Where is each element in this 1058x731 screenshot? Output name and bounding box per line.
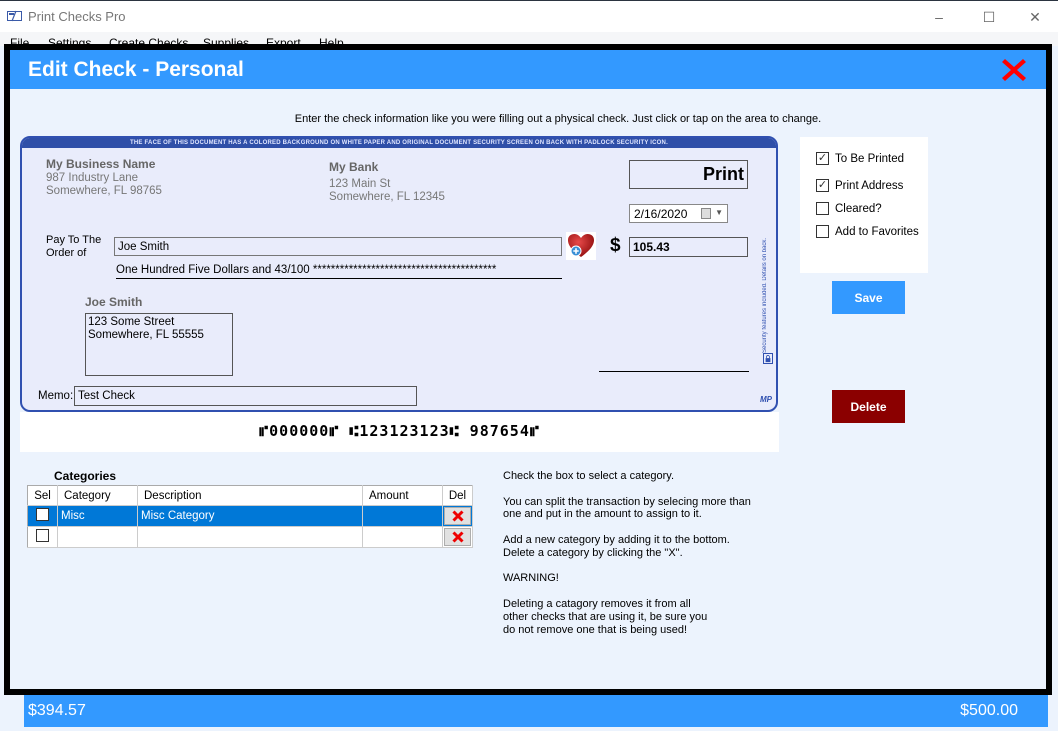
description-cell[interactable] xyxy=(137,526,363,548)
option-cleared[interactable]: Cleared? xyxy=(816,202,882,215)
column-header-del[interactable]: Del xyxy=(442,485,473,506)
delete-x-icon xyxy=(451,531,464,543)
option-label: To Be Printed xyxy=(835,152,905,165)
check-options-panel: ✓ To Be Printed ✓ Print Address Cleared?… xyxy=(800,137,928,273)
warning-label: WARNING! xyxy=(503,572,559,585)
security-features-note: Security features included. Details on b… xyxy=(762,237,768,353)
micr-line: ⑈000000⑈ ⑆123123123⑆ 987654⑈ xyxy=(20,412,779,452)
window-titlebar: Print Checks Pro – ☐ ✕ xyxy=(0,0,1058,32)
delete-cell xyxy=(442,526,473,548)
help-paragraph: You can split the transaction by selecin… xyxy=(503,495,751,521)
app-title: Print Checks Pro xyxy=(28,9,126,24)
mp-logo: MP xyxy=(760,395,772,404)
option-label: Print Address xyxy=(835,179,904,192)
checkbox-cleared[interactable] xyxy=(816,202,829,215)
option-add-to-favorites[interactable]: Add to Favorites xyxy=(816,225,919,238)
option-label: Cleared? xyxy=(835,202,882,215)
edit-check-dialog: Edit Check - Personal Enter the check in… xyxy=(4,44,1052,695)
add-favorite-payee-icon[interactable] xyxy=(566,232,596,260)
balance-status-bar: $394.57 $500.00 xyxy=(24,695,1048,727)
amount-cell[interactable] xyxy=(362,505,443,527)
date-value: 2/16/2020 xyxy=(634,207,688,221)
amount-in-words: One Hundred Five Dollars and 43/100 ****… xyxy=(116,264,562,279)
checkbox-print-address[interactable]: ✓ xyxy=(816,179,829,192)
current-balance: $394.57 xyxy=(28,702,86,719)
business-address-line2[interactable]: Somewhere, FL 98765 xyxy=(46,185,162,197)
payee-address-input[interactable]: 123 Some Street Somewhere, FL 55555 xyxy=(85,313,233,376)
bank-address-line1[interactable]: 123 Main St xyxy=(329,178,390,190)
row-select-checkbox[interactable] xyxy=(36,508,49,521)
column-header-description[interactable]: Description xyxy=(137,485,363,506)
column-header-category[interactable]: Category xyxy=(57,485,138,506)
categories-table: Sel Category Description Amount Del Misc… xyxy=(27,485,473,548)
table-row[interactable]: Misc Misc Category xyxy=(27,505,473,527)
security-banner: THE FACE OF THIS DOCUMENT HAS A COLORED … xyxy=(22,138,776,148)
delete-cell xyxy=(442,505,473,527)
check-face: THE FACE OF THIS DOCUMENT HAS A COLORED … xyxy=(20,136,778,412)
option-to-be-printed[interactable]: ✓ To Be Printed xyxy=(816,152,904,165)
calendar-icon[interactable] xyxy=(701,208,711,219)
starting-balance: $500.00 xyxy=(960,702,1018,719)
checkbox-to-be-printed[interactable]: ✓ xyxy=(816,152,829,165)
business-address-line1[interactable]: 987 Industry Lane xyxy=(46,172,138,184)
amount-input[interactable]: 105.43 xyxy=(629,237,748,257)
delete-button[interactable]: Delete xyxy=(832,390,905,423)
payee-input[interactable]: Joe Smith xyxy=(114,237,562,256)
row-select-checkbox[interactable] xyxy=(36,529,49,542)
save-button[interactable]: Save xyxy=(832,281,905,314)
table-row[interactable] xyxy=(27,526,473,548)
window-close-button[interactable]: ✕ xyxy=(1012,5,1058,29)
option-label: Add to Favorites xyxy=(835,225,919,238)
bank-address-line2[interactable]: Somewhere, FL 12345 xyxy=(329,191,445,203)
category-cell[interactable] xyxy=(57,526,138,548)
maximize-button[interactable]: ☐ xyxy=(966,5,1012,29)
category-help-text: Check the box to select a category. You … xyxy=(503,470,751,649)
categories-title: Categories xyxy=(54,469,117,483)
chevron-down-icon[interactable]: ▼ xyxy=(715,208,723,217)
column-header-sel[interactable]: Sel xyxy=(27,485,58,506)
instructions-text: Enter the check information like you wer… xyxy=(294,113,822,125)
close-icon[interactable] xyxy=(1000,56,1028,84)
signature-line xyxy=(599,371,749,372)
business-name[interactable]: My Business Name xyxy=(46,157,155,171)
delete-row-button[interactable] xyxy=(444,528,471,546)
micr-numbers: ⑈000000⑈ ⑆123123123⑆ 987654⑈ xyxy=(259,422,540,440)
category-cell[interactable]: Misc xyxy=(57,505,138,527)
dialog-title: Edit Check - Personal xyxy=(28,58,244,81)
help-paragraph: Add a new category by adding it to the b… xyxy=(503,533,730,559)
amount-cell[interactable] xyxy=(362,526,443,548)
check-number-field[interactable]: Print xyxy=(629,160,748,189)
currency-symbol: $ xyxy=(610,235,621,256)
help-paragraph: Deleting a catagory removes it from all … xyxy=(503,597,708,636)
padlock-icon xyxy=(763,353,773,364)
delete-x-icon xyxy=(451,510,464,522)
help-paragraph: Check the box to select a category. xyxy=(503,470,674,482)
memo-input[interactable]: Test Check xyxy=(74,386,417,406)
select-cell[interactable] xyxy=(27,505,58,527)
date-picker[interactable]: 2/16/2020 ▼ xyxy=(629,204,728,223)
dialog-body: Edit Check - Personal Enter the check in… xyxy=(10,50,1046,689)
bank-name[interactable]: My Bank xyxy=(329,160,378,174)
checkbox-add-to-favorites[interactable] xyxy=(816,225,829,238)
memo-label: Memo: xyxy=(38,390,74,402)
pay-to-label: Pay To The Order of xyxy=(46,234,102,259)
delete-row-button[interactable] xyxy=(444,507,471,525)
select-cell[interactable] xyxy=(27,526,58,548)
minimize-button[interactable]: – xyxy=(916,5,962,29)
description-cell[interactable]: Misc Category xyxy=(137,505,363,527)
option-print-address[interactable]: ✓ Print Address xyxy=(816,179,903,192)
dialog-header: Edit Check - Personal xyxy=(10,50,1046,89)
app-icon xyxy=(7,10,22,22)
payee-name-label: Joe Smith xyxy=(85,295,143,309)
column-header-amount[interactable]: Amount xyxy=(362,485,443,506)
